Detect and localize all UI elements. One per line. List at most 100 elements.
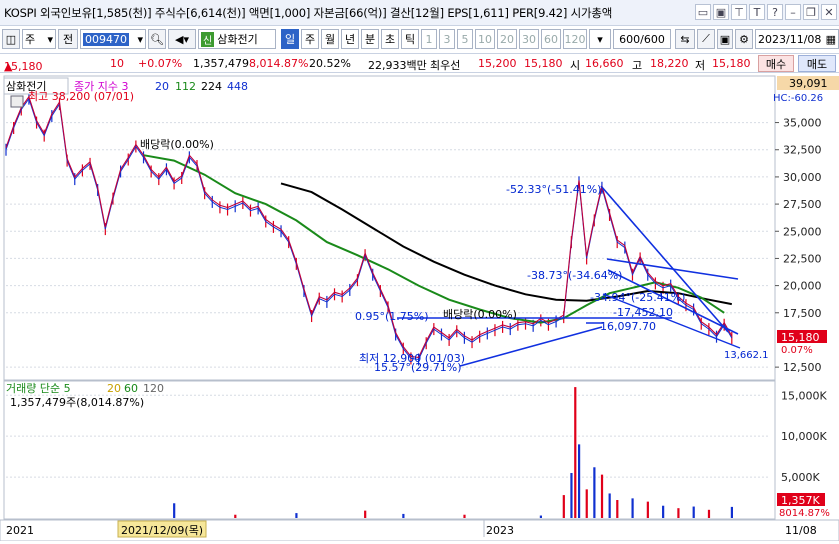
bid-price: 15,180	[524, 57, 563, 70]
stock-code-input[interactable]: 009470 ▾	[80, 29, 146, 49]
link-icon[interactable]: ▣	[713, 4, 729, 20]
search-icon[interactable]: 🔍︎	[148, 29, 166, 49]
interval-3[interactable]: 3	[439, 29, 455, 49]
vol-legend-60: 60	[124, 382, 138, 395]
tab-month[interactable]: 월	[321, 29, 339, 49]
legend-ma20: 20	[155, 80, 169, 93]
trend-label-8: 13,662.1	[724, 350, 769, 361]
minimize-icon[interactable]: –	[785, 4, 801, 20]
interval-20[interactable]: 20	[497, 29, 517, 49]
legend-ma112: 112	[175, 80, 196, 93]
chevron-down-icon: ▾	[47, 32, 53, 46]
panel-toggle-icon[interactable]: ◫	[2, 29, 20, 49]
price-tick-label: 17,500	[783, 307, 822, 320]
trend-label-4: -17,452,10	[613, 306, 673, 319]
stock-name-field[interactable]: 신 삼화전기	[198, 29, 276, 49]
trend-label-6: 0.95°(1.75%)	[355, 310, 429, 323]
vol-ratio-axis-label: 8014.87%	[779, 508, 830, 519]
date-value: 2023/11/08	[758, 32, 822, 46]
turnover-rate: 20.52%	[309, 57, 351, 70]
toolbar: ◫ 주 ▾ 전 009470 ▾ 🔍︎ ◀▾ 신 삼화전기 일 주 월 년 분 …	[0, 29, 839, 51]
x-label-2023: 2023	[486, 524, 514, 537]
vol-legend-title: 거래량 단순 5	[6, 382, 71, 395]
low-label: 저	[695, 59, 706, 72]
chart-tool-icon[interactable]: ⟋	[697, 29, 715, 49]
chevron-down-icon: ▾	[597, 32, 603, 46]
interval-120[interactable]: 120	[563, 29, 587, 49]
pin-icon[interactable]: ⊤	[731, 4, 747, 20]
price-panel-frame	[3, 75, 776, 381]
interval-1[interactable]: 1	[421, 29, 437, 49]
volume-bar	[574, 387, 577, 518]
up-arrow-icon: ▲	[4, 60, 13, 73]
interval-60[interactable]: 60	[541, 29, 561, 49]
window-controls: ▭ ▣ ⊤ T ? – ❐ ✕	[695, 4, 837, 20]
price-tick-label: 27,500	[783, 198, 822, 211]
save-icon[interactable]: ▣	[717, 29, 733, 49]
interval-5[interactable]: 5	[457, 29, 473, 49]
price-tick-label: 32,500	[783, 144, 822, 157]
grid-toggle-icon[interactable]	[10, 95, 24, 108]
count-input[interactable]: 600/600	[613, 29, 671, 49]
tab-minute[interactable]: 분	[361, 29, 379, 49]
volume-bar	[707, 509, 711, 518]
low-price: 15,180	[712, 57, 751, 70]
settings-icon[interactable]: ⚙	[735, 29, 753, 49]
annotation-high: 최고 38,200 (07/01)	[28, 90, 134, 103]
trading-amount: 22,933백만	[368, 59, 427, 72]
volume-bar	[662, 505, 665, 518]
compare-icon[interactable]: ⇆	[675, 29, 695, 49]
tab-day[interactable]: 일	[281, 29, 299, 49]
best-quote-label: 최우선	[430, 59, 461, 72]
chevron-down-icon: ▾	[137, 32, 143, 46]
volume-bar	[585, 489, 588, 518]
speaker-icon[interactable]: ◀▾	[168, 29, 196, 49]
price-tick-label: 20,000	[783, 280, 822, 293]
top-price-label: 39,091	[789, 77, 828, 90]
price-tick-label: 12,500	[783, 361, 822, 374]
volume-bar	[578, 444, 581, 518]
calendar-icon: ▦	[825, 32, 836, 46]
tab-second[interactable]: 초	[381, 29, 399, 49]
tab-tick[interactable]: 틱	[401, 29, 419, 49]
restore-icon[interactable]: ❐	[803, 4, 819, 20]
vol-current-label: 1,357,479주(8,014.87%)	[10, 396, 144, 409]
annotation-dividend-2: 배당락(0.00%)	[443, 308, 517, 321]
type-select[interactable]: 주 ▾	[22, 29, 56, 49]
window-icon[interactable]: ▭	[695, 4, 711, 20]
help-icon[interactable]: ?	[767, 4, 783, 20]
annotation-dividend-1: 배당락(0.00%)	[140, 138, 214, 151]
close-icon[interactable]: ✕	[821, 4, 837, 20]
volume-bar	[295, 513, 298, 518]
text-tool-icon[interactable]: T	[749, 4, 765, 20]
interval-10[interactable]: 10	[475, 29, 495, 49]
interval-30[interactable]: 30	[519, 29, 539, 49]
volume-value: 1,357,479	[193, 57, 249, 70]
volume-bar	[539, 515, 542, 518]
volume-bar	[402, 513, 405, 518]
tab-year[interactable]: 년	[341, 29, 359, 49]
volume-bar	[593, 467, 596, 518]
volume-bar	[570, 473, 573, 518]
trend-label-3: -34.94°(-25.41%)	[590, 291, 685, 304]
high-label: 고	[632, 59, 643, 72]
stock-info-title: KOSPI 외국인보유[1,585(천)] 주식수[6,614(천)] 액면[1…	[4, 5, 613, 20]
current-price-axis-label: 15,180	[781, 331, 820, 344]
trend-label-2: -38.73°(-34.64%)	[527, 269, 622, 282]
price-change-pct: +0.07%	[138, 57, 183, 70]
interval-dropdown[interactable]: ▾	[589, 29, 611, 49]
volume-bar	[608, 493, 611, 518]
tab-week[interactable]: 주	[301, 29, 319, 49]
buy-button[interactable]: 매수	[758, 55, 794, 72]
stock-code-value: 009470	[83, 32, 129, 46]
all-button[interactable]: 전	[58, 29, 78, 49]
price-tick-label: 30,000	[783, 171, 822, 184]
vol-legend-20: 20	[107, 382, 121, 395]
price-chart-svg[interactable]: 삼화전기 종가 지수 3 20 112 224 448 최고 38,200 (0…	[0, 74, 839, 542]
date-picker[interactable]: 2023/11/08 ▦	[755, 29, 839, 49]
sell-button[interactable]: 매도	[798, 55, 836, 72]
chart-area[interactable]: 삼화전기 종가 지수 3 20 112 224 448 최고 38,200 (0…	[0, 74, 839, 542]
price-tick-label: 22,500	[783, 252, 822, 265]
quote-bar: 15,180 ▲ 10 +0.07% 1,357,479 8,014.87% 2…	[0, 53, 839, 73]
x-label-crosshair: 2021/12/09(목)	[121, 524, 203, 537]
